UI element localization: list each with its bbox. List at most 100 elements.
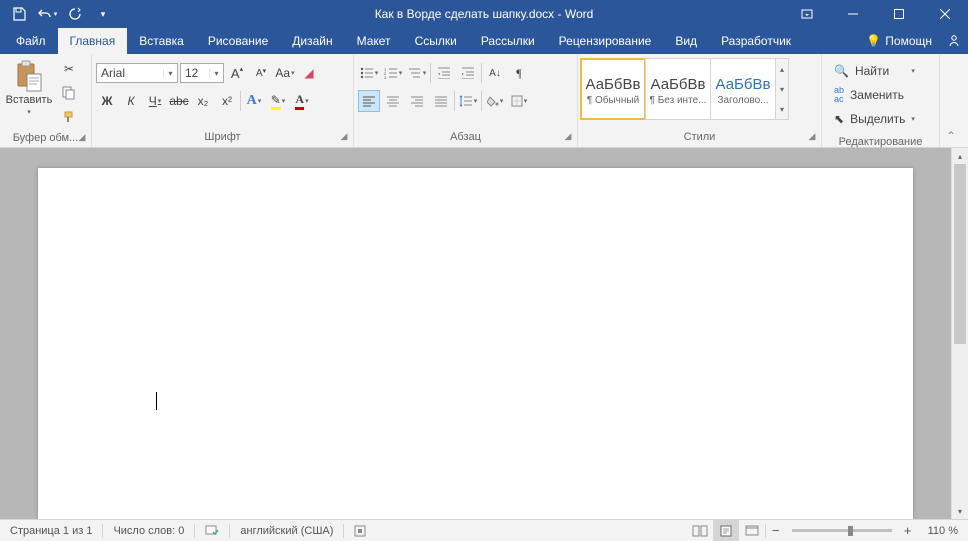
tab-references[interactable]: Ссылки bbox=[403, 28, 469, 54]
copy-button[interactable] bbox=[58, 82, 80, 104]
view-read[interactable] bbox=[687, 520, 713, 541]
multilevel-button[interactable]: ▾ bbox=[406, 62, 428, 84]
paste-button[interactable]: Вставить ▾ bbox=[4, 58, 54, 116]
view-web[interactable] bbox=[739, 520, 765, 541]
scroll-up[interactable]: ▴ bbox=[952, 148, 968, 164]
align-right-button[interactable] bbox=[406, 90, 428, 112]
subscript-button[interactable]: x₂ bbox=[192, 90, 214, 112]
zoom-slider[interactable] bbox=[792, 529, 892, 532]
select-button[interactable]: ⬉Выделить▾ bbox=[830, 108, 919, 130]
decrease-indent-button[interactable] bbox=[433, 62, 455, 84]
sort-button[interactable]: A↓ bbox=[484, 62, 506, 84]
replace-button[interactable]: abacЗаменить bbox=[830, 84, 919, 106]
vertical-scrollbar[interactable]: ▴ ▾ bbox=[951, 148, 968, 519]
find-button[interactable]: 🔍Найти▾ bbox=[830, 60, 919, 82]
zoom-thumb[interactable] bbox=[848, 526, 853, 536]
shrink-font-button[interactable]: A▾ bbox=[250, 62, 272, 84]
font-launcher[interactable]: ◢ bbox=[337, 131, 351, 145]
paragraph-launcher[interactable]: ◢ bbox=[561, 131, 575, 145]
close-button[interactable] bbox=[922, 0, 968, 28]
share-button[interactable] bbox=[940, 28, 968, 54]
style-normal[interactable]: АаБбВв¶ Обычный bbox=[580, 58, 646, 120]
tab-file[interactable]: Файл bbox=[4, 28, 58, 54]
redo-button[interactable] bbox=[62, 1, 88, 27]
numbering-icon: 123 bbox=[384, 67, 398, 79]
italic-button[interactable]: К bbox=[120, 90, 142, 112]
zoom-out-button[interactable]: − bbox=[766, 523, 786, 538]
tab-draw[interactable]: Рисование bbox=[196, 28, 280, 54]
underline-button[interactable]: Ч▾ bbox=[144, 90, 166, 112]
grow-font-button[interactable]: A▴ bbox=[226, 62, 248, 84]
tab-review[interactable]: Рецензирование bbox=[547, 28, 664, 54]
lightbulb-icon: 💡 bbox=[866, 34, 881, 48]
brush-icon bbox=[62, 110, 76, 124]
styles-expand[interactable]: ▾ bbox=[776, 99, 788, 119]
shading-button[interactable]: ▾ bbox=[484, 90, 506, 112]
show-marks-button[interactable]: ¶ bbox=[508, 62, 530, 84]
status-language[interactable]: английский (США) bbox=[230, 520, 343, 541]
style-no-spacing[interactable]: АаБбВв¶ Без инте... bbox=[645, 58, 711, 120]
change-case-button[interactable]: Aa▾ bbox=[274, 62, 296, 84]
replace-icon: abac bbox=[834, 86, 844, 104]
tab-insert[interactable]: Вставка bbox=[127, 28, 196, 54]
style-heading1[interactable]: АаБбВвЗаголово... bbox=[710, 58, 776, 120]
svg-text:3: 3 bbox=[384, 75, 387, 79]
font-name-combo[interactable]: Arial▾ bbox=[96, 63, 178, 83]
strike-button[interactable]: abc bbox=[168, 90, 190, 112]
save-button[interactable] bbox=[6, 1, 32, 27]
format-painter-button[interactable] bbox=[58, 106, 80, 128]
cut-button[interactable]: ✂ bbox=[58, 58, 80, 80]
align-center-button[interactable] bbox=[382, 90, 404, 112]
styles-scroll-down[interactable]: ▾ bbox=[776, 79, 788, 99]
ribbon-options-button[interactable] bbox=[784, 0, 830, 28]
styles-scroll-up[interactable]: ▴ bbox=[776, 59, 788, 79]
font-color-button[interactable]: A▾ bbox=[291, 90, 313, 112]
clipboard-icon bbox=[15, 60, 43, 92]
font-size-combo[interactable]: 12▾ bbox=[180, 63, 224, 83]
tab-mailings[interactable]: Рассылки bbox=[469, 28, 547, 54]
borders-icon bbox=[511, 95, 523, 107]
highlighter-icon: ✎ bbox=[271, 93, 281, 110]
tab-layout[interactable]: Макет bbox=[345, 28, 403, 54]
multilevel-icon bbox=[408, 67, 422, 79]
clear-formatting-button[interactable]: ◢ bbox=[298, 62, 320, 84]
status-words[interactable]: Число слов: 0 bbox=[103, 520, 194, 541]
minimize-button[interactable] bbox=[830, 0, 876, 28]
justify-button[interactable] bbox=[430, 90, 452, 112]
tell-me[interactable]: 💡Помощн bbox=[858, 28, 940, 54]
tab-home[interactable]: Главная bbox=[58, 28, 128, 54]
increase-indent-button[interactable] bbox=[457, 62, 479, 84]
bullets-icon bbox=[360, 67, 374, 79]
zoom-in-button[interactable]: + bbox=[898, 523, 918, 538]
clipboard-launcher[interactable]: ◢ bbox=[75, 132, 89, 146]
maximize-button[interactable] bbox=[876, 0, 922, 28]
scissors-icon: ✂ bbox=[64, 62, 74, 76]
tab-view[interactable]: Вид bbox=[663, 28, 709, 54]
status-page[interactable]: Страница 1 из 1 bbox=[0, 520, 102, 541]
zoom-level[interactable]: 110 % bbox=[918, 520, 968, 541]
highlight-button[interactable]: ✎▾ bbox=[267, 90, 289, 112]
text-cursor bbox=[156, 392, 157, 410]
text-effects-button[interactable]: A▾ bbox=[243, 90, 265, 112]
scroll-down[interactable]: ▾ bbox=[952, 503, 968, 519]
document-area[interactable]: ▴ ▾ bbox=[0, 148, 968, 519]
status-spellcheck[interactable] bbox=[195, 520, 229, 541]
collapse-ribbon-button[interactable]: ⌃ bbox=[940, 54, 962, 147]
bold-button[interactable]: Ж bbox=[96, 90, 118, 112]
styles-launcher[interactable]: ◢ bbox=[805, 131, 819, 145]
superscript-button[interactable]: x² bbox=[216, 90, 238, 112]
copy-icon bbox=[62, 86, 76, 100]
line-spacing-button[interactable]: ▾ bbox=[457, 90, 479, 112]
undo-button[interactable]: ▾ bbox=[34, 1, 60, 27]
borders-button[interactable]: ▾ bbox=[508, 90, 530, 112]
qat-customize[interactable]: ▾ bbox=[90, 1, 116, 27]
status-macro[interactable] bbox=[344, 520, 376, 541]
align-left-button[interactable] bbox=[358, 90, 380, 112]
tab-design[interactable]: Дизайн bbox=[280, 28, 344, 54]
tab-developer[interactable]: Разработчик bbox=[709, 28, 803, 54]
view-print[interactable] bbox=[713, 520, 739, 541]
bullets-button[interactable]: ▾ bbox=[358, 62, 380, 84]
numbering-button[interactable]: 123▾ bbox=[382, 62, 404, 84]
scroll-thumb[interactable] bbox=[954, 164, 966, 344]
page[interactable] bbox=[38, 168, 913, 519]
